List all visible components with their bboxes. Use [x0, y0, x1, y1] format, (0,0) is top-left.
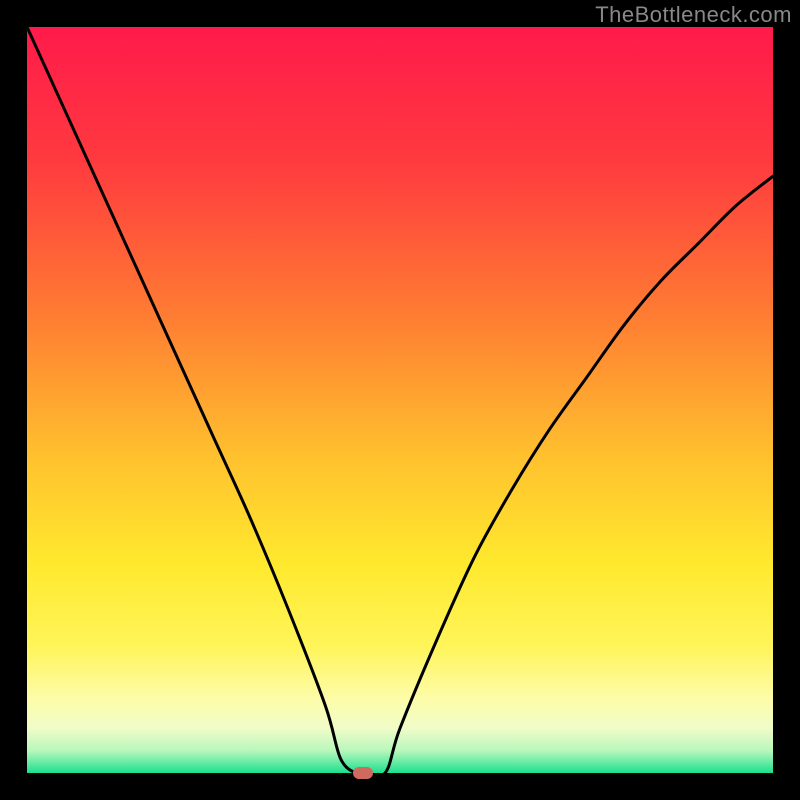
watermark-text: TheBottleneck.com	[595, 2, 792, 28]
bottleneck-curve	[27, 27, 773, 776]
curve-layer	[27, 27, 773, 773]
optimal-point-marker	[353, 767, 373, 779]
chart-frame: TheBottleneck.com	[0, 0, 800, 800]
plot-area	[27, 27, 773, 773]
